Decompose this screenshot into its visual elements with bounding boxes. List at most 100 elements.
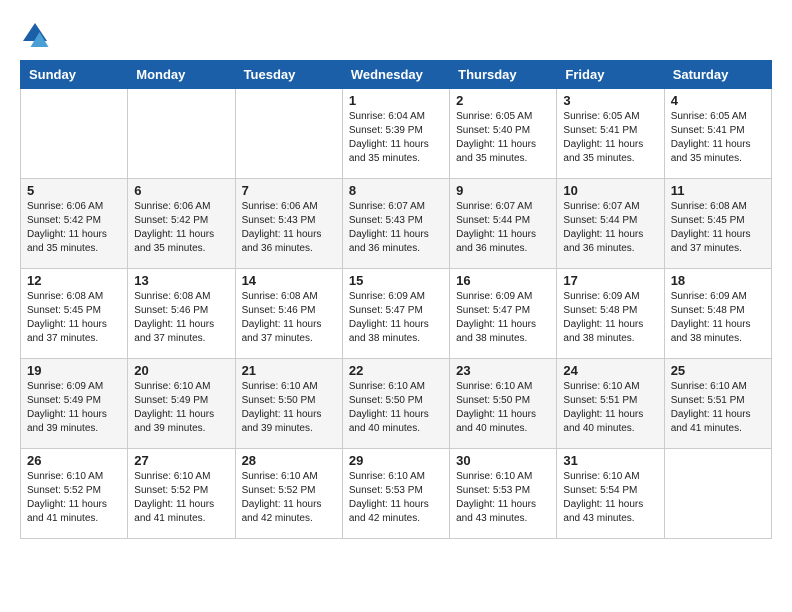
calendar-cell: 9 Sunrise: 6:07 AM Sunset: 5:44 PM Daylig… <box>450 179 557 269</box>
calendar-cell: 24 Sunrise: 6:10 AM Sunset: 5:51 PM Dayli… <box>557 359 664 449</box>
day-number: 5 <box>27 183 121 198</box>
day-number: 20 <box>134 363 228 378</box>
day-number: 25 <box>671 363 765 378</box>
day-info: Sunrise: 6:06 AM Sunset: 5:42 PM Dayligh… <box>27 200 121 256</box>
day-number: 16 <box>456 273 550 288</box>
day-number: 14 <box>242 273 336 288</box>
day-number: 6 <box>134 183 228 198</box>
day-of-week-thursday: Thursday <box>450 61 557 89</box>
day-info: Sunrise: 6:07 AM Sunset: 5:44 PM Dayligh… <box>456 200 550 256</box>
week-row-1: 5 Sunrise: 6:06 AM Sunset: 5:42 PM Daylig… <box>21 179 772 269</box>
calendar-header-row: SundayMondayTuesdayWednesdayThursdayFrid… <box>21 61 772 89</box>
calendar-cell: 17 Sunrise: 6:09 AM Sunset: 5:48 PM Dayli… <box>557 269 664 359</box>
calendar-cell: 27Sunrise: 6:10 AM Sunset: 5:52 PM Dayli… <box>128 449 235 539</box>
calendar-cell: 16 Sunrise: 6:09 AM Sunset: 5:47 PM Dayli… <box>450 269 557 359</box>
day-number: 26 <box>27 453 121 468</box>
calendar-cell <box>235 89 342 179</box>
day-number: 23 <box>456 363 550 378</box>
day-info: Sunrise: 6:04 AM Sunset: 5:39 PM Dayligh… <box>349 110 443 166</box>
calendar-cell: 3 Sunrise: 6:05 AM Sunset: 5:41 PM Daylig… <box>557 89 664 179</box>
day-number: 30 <box>456 453 550 468</box>
day-number: 1 <box>349 93 443 108</box>
day-info: Sunrise: 6:08 AM Sunset: 5:45 PM Dayligh… <box>671 200 765 256</box>
calendar-cell <box>128 89 235 179</box>
day-number: 28 <box>242 453 336 468</box>
day-info: Sunrise: 6:10 AM Sunset: 5:52 PM Dayligh… <box>134 470 228 526</box>
day-number: 12 <box>27 273 121 288</box>
calendar-cell: 13Sunrise: 6:08 AM Sunset: 5:46 PM Dayli… <box>128 269 235 359</box>
day-number: 22 <box>349 363 443 378</box>
day-info: Sunrise: 6:10 AM Sunset: 5:49 PM Dayligh… <box>134 380 228 436</box>
day-number: 2 <box>456 93 550 108</box>
day-of-week-wednesday: Wednesday <box>342 61 449 89</box>
day-of-week-tuesday: Tuesday <box>235 61 342 89</box>
day-number: 31 <box>563 453 657 468</box>
calendar-cell: 11 Sunrise: 6:08 AM Sunset: 5:45 PM Dayli… <box>664 179 771 269</box>
day-number: 4 <box>671 93 765 108</box>
calendar-cell <box>664 449 771 539</box>
day-info: Sunrise: 6:09 AM Sunset: 5:48 PM Dayligh… <box>563 290 657 346</box>
week-row-2: 12 Sunrise: 6:08 AM Sunset: 5:45 PM Dayli… <box>21 269 772 359</box>
calendar-cell: 8Sunrise: 6:07 AM Sunset: 5:43 PM Daylig… <box>342 179 449 269</box>
page-header <box>20 20 772 50</box>
day-number: 21 <box>242 363 336 378</box>
week-row-4: 26 Sunrise: 6:10 AM Sunset: 5:52 PM Dayli… <box>21 449 772 539</box>
calendar-cell: 29 Sunrise: 6:10 AM Sunset: 5:53 PM Dayli… <box>342 449 449 539</box>
day-info: Sunrise: 6:10 AM Sunset: 5:54 PM Dayligh… <box>563 470 657 526</box>
day-info: Sunrise: 6:09 AM Sunset: 5:47 PM Dayligh… <box>349 290 443 346</box>
calendar-cell <box>21 89 128 179</box>
day-info: Sunrise: 6:10 AM Sunset: 5:53 PM Dayligh… <box>456 470 550 526</box>
day-info: Sunrise: 6:06 AM Sunset: 5:42 PM Dayligh… <box>134 200 228 256</box>
calendar-cell: 2Sunrise: 6:05 AM Sunset: 5:40 PM Daylig… <box>450 89 557 179</box>
week-row-0: 1 Sunrise: 6:04 AM Sunset: 5:39 PM Daylig… <box>21 89 772 179</box>
day-info: Sunrise: 6:10 AM Sunset: 5:50 PM Dayligh… <box>456 380 550 436</box>
day-number: 17 <box>563 273 657 288</box>
day-of-week-friday: Friday <box>557 61 664 89</box>
calendar-cell: 31 Sunrise: 6:10 AM Sunset: 5:54 PM Dayli… <box>557 449 664 539</box>
calendar-cell: 23 Sunrise: 6:10 AM Sunset: 5:50 PM Dayli… <box>450 359 557 449</box>
day-number: 11 <box>671 183 765 198</box>
calendar-cell: 20 Sunrise: 6:10 AM Sunset: 5:49 PM Dayli… <box>128 359 235 449</box>
calendar-cell: 10 Sunrise: 6:07 AM Sunset: 5:44 PM Dayli… <box>557 179 664 269</box>
calendar-cell: 7 Sunrise: 6:06 AM Sunset: 5:43 PM Daylig… <box>235 179 342 269</box>
day-info: Sunrise: 6:09 AM Sunset: 5:47 PM Dayligh… <box>456 290 550 346</box>
day-number: 7 <box>242 183 336 198</box>
day-info: Sunrise: 6:07 AM Sunset: 5:44 PM Dayligh… <box>563 200 657 256</box>
day-info: Sunrise: 6:08 AM Sunset: 5:46 PM Dayligh… <box>242 290 336 346</box>
week-row-3: 19 Sunrise: 6:09 AM Sunset: 5:49 PM Dayli… <box>21 359 772 449</box>
day-info: Sunrise: 6:09 AM Sunset: 5:48 PM Dayligh… <box>671 290 765 346</box>
day-number: 15 <box>349 273 443 288</box>
day-number: 9 <box>456 183 550 198</box>
day-number: 3 <box>563 93 657 108</box>
day-info: Sunrise: 6:10 AM Sunset: 5:52 PM Dayligh… <box>242 470 336 526</box>
day-info: Sunrise: 6:08 AM Sunset: 5:45 PM Dayligh… <box>27 290 121 346</box>
calendar-cell: 6 Sunrise: 6:06 AM Sunset: 5:42 PM Daylig… <box>128 179 235 269</box>
calendar-cell: 5 Sunrise: 6:06 AM Sunset: 5:42 PM Daylig… <box>21 179 128 269</box>
day-info: Sunrise: 6:10 AM Sunset: 5:51 PM Dayligh… <box>671 380 765 436</box>
day-number: 10 <box>563 183 657 198</box>
day-info: Sunrise: 6:06 AM Sunset: 5:43 PM Dayligh… <box>242 200 336 256</box>
day-info: Sunrise: 6:10 AM Sunset: 5:51 PM Dayligh… <box>563 380 657 436</box>
day-info: Sunrise: 6:05 AM Sunset: 5:41 PM Dayligh… <box>563 110 657 166</box>
day-number: 24 <box>563 363 657 378</box>
calendar-cell: 19 Sunrise: 6:09 AM Sunset: 5:49 PM Dayli… <box>21 359 128 449</box>
calendar-cell: 14 Sunrise: 6:08 AM Sunset: 5:46 PM Dayli… <box>235 269 342 359</box>
day-number: 13 <box>134 273 228 288</box>
calendar: SundayMondayTuesdayWednesdayThursdayFrid… <box>20 60 772 539</box>
day-info: Sunrise: 6:07 AM Sunset: 5:43 PM Dayligh… <box>349 200 443 256</box>
day-number: 19 <box>27 363 121 378</box>
calendar-cell: 25 Sunrise: 6:10 AM Sunset: 5:51 PM Dayli… <box>664 359 771 449</box>
calendar-cell: 15 Sunrise: 6:09 AM Sunset: 5:47 PM Dayli… <box>342 269 449 359</box>
day-number: 29 <box>349 453 443 468</box>
calendar-cell: 30 Sunrise: 6:10 AM Sunset: 5:53 PM Dayli… <box>450 449 557 539</box>
day-info: Sunrise: 6:10 AM Sunset: 5:50 PM Dayligh… <box>349 380 443 436</box>
day-info: Sunrise: 6:10 AM Sunset: 5:53 PM Dayligh… <box>349 470 443 526</box>
day-info: Sunrise: 6:09 AM Sunset: 5:49 PM Dayligh… <box>27 380 121 436</box>
day-info: Sunrise: 6:10 AM Sunset: 5:52 PM Dayligh… <box>27 470 121 526</box>
day-number: 18 <box>671 273 765 288</box>
day-of-week-sunday: Sunday <box>21 61 128 89</box>
calendar-cell: 26 Sunrise: 6:10 AM Sunset: 5:52 PM Dayli… <box>21 449 128 539</box>
logo-icon <box>20 20 50 50</box>
calendar-cell: 22 Sunrise: 6:10 AM Sunset: 5:50 PM Dayli… <box>342 359 449 449</box>
calendar-cell: 12 Sunrise: 6:08 AM Sunset: 5:45 PM Dayli… <box>21 269 128 359</box>
